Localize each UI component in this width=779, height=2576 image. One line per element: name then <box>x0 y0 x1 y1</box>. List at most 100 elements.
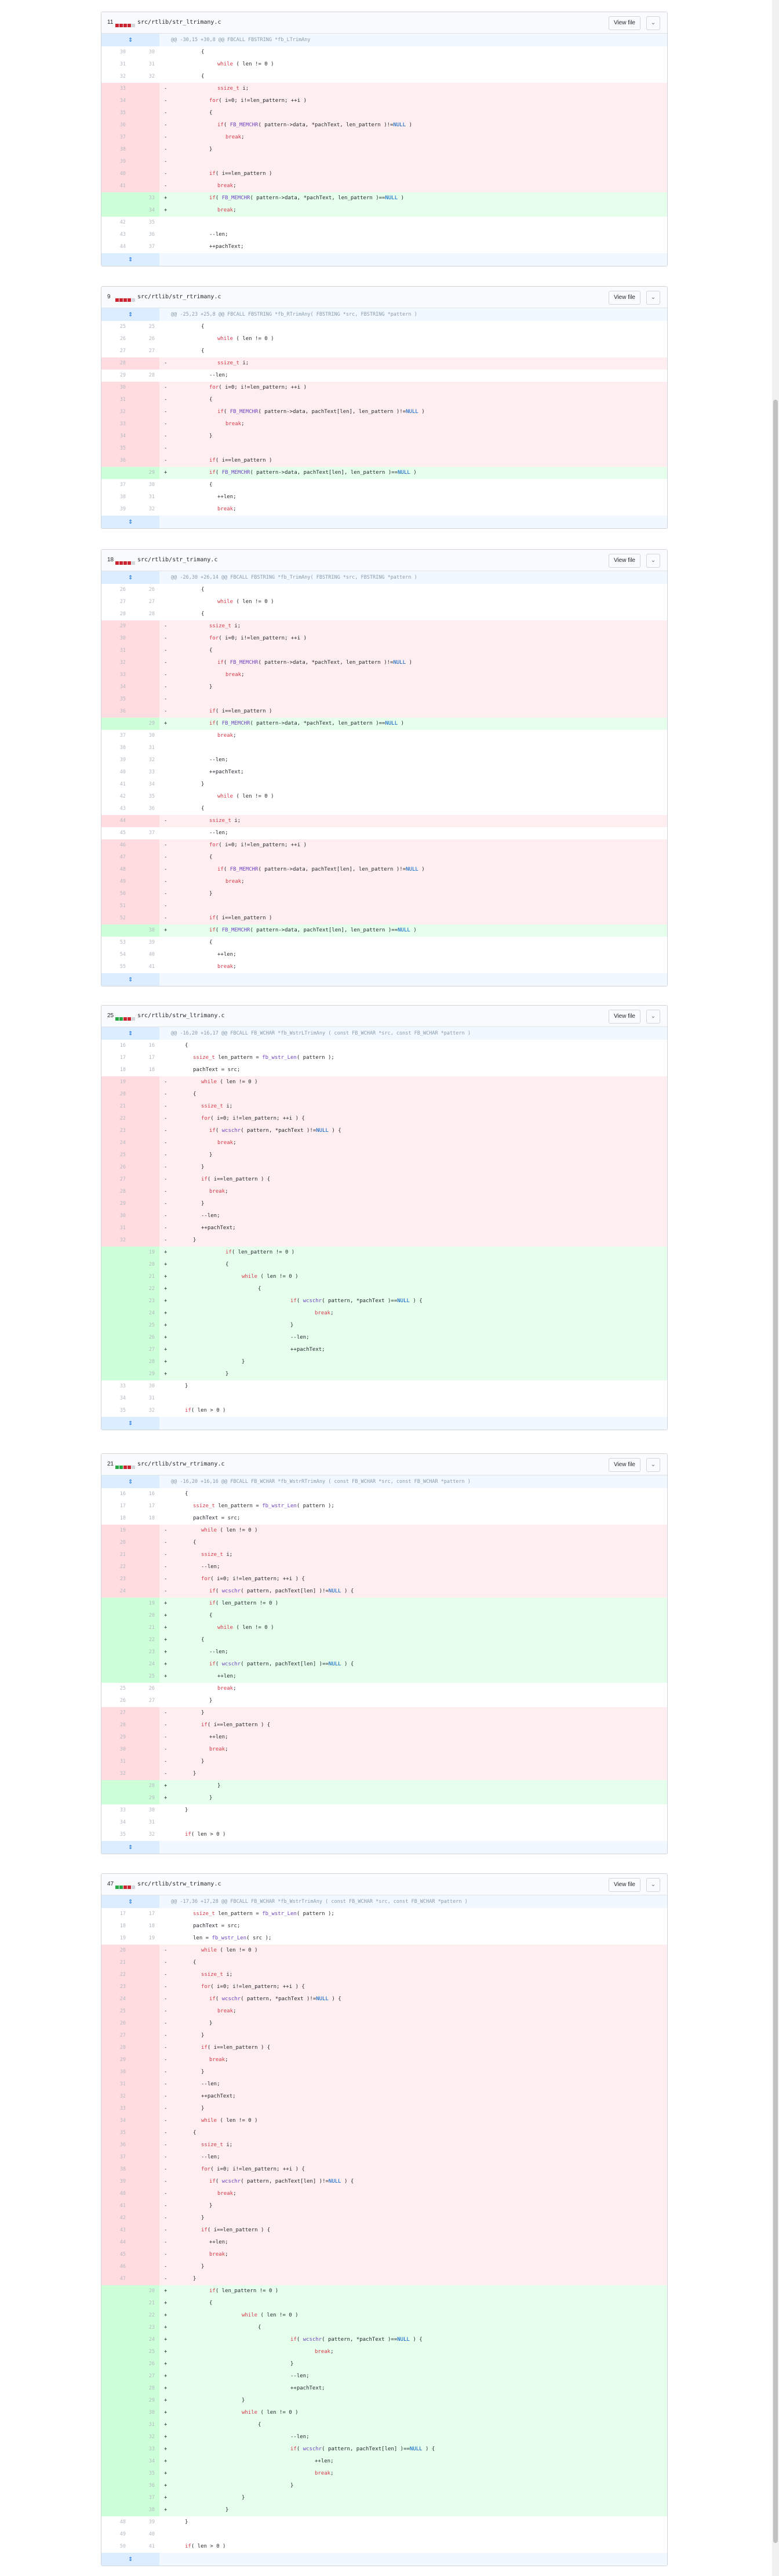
old-line-number[interactable]: 55 <box>101 961 130 973</box>
new-line-number[interactable]: 25 <box>130 321 159 333</box>
new-line-number[interactable] <box>130 2212 159 2224</box>
old-line-number[interactable]: 27 <box>101 1174 130 1186</box>
new-line-number[interactable] <box>130 1525 159 1537</box>
old-line-number[interactable]: 24 <box>101 1993 130 2005</box>
new-line-number[interactable]: 27 <box>130 345 159 357</box>
old-line-number[interactable]: 31 <box>101 1222 130 1234</box>
old-line-number[interactable]: 30 <box>101 1744 130 1756</box>
old-line-number[interactable]: 17 <box>101 1908 130 1920</box>
new-line-number[interactable]: 29 <box>130 1368 159 1380</box>
old-line-number[interactable]: 30 <box>101 2066 130 2078</box>
new-line-number[interactable] <box>130 2005 159 2018</box>
new-line-number[interactable]: 28 <box>130 608 159 620</box>
new-line-number[interactable]: 38 <box>130 925 159 937</box>
new-line-number[interactable] <box>130 1174 159 1186</box>
new-line-number[interactable] <box>130 394 159 406</box>
new-line-number[interactable] <box>130 1088 159 1101</box>
new-line-number[interactable] <box>130 876 159 888</box>
expand-up-icon[interactable]: ⇕ <box>101 1027 159 1040</box>
old-line-number[interactable] <box>101 2419 130 2431</box>
new-line-number[interactable] <box>130 620 159 633</box>
new-line-number[interactable] <box>130 912 159 925</box>
new-line-number[interactable]: 28 <box>130 1780 159 1792</box>
new-line-number[interactable]: 32 <box>130 1405 159 1417</box>
old-line-number[interactable] <box>101 1356 130 1368</box>
new-line-number[interactable]: 27 <box>130 596 159 608</box>
old-line-number[interactable]: 32 <box>101 1234 130 1247</box>
old-line-number[interactable]: 44 <box>101 815 130 827</box>
new-line-number[interactable]: 40 <box>130 949 159 961</box>
old-line-number[interactable]: 31 <box>101 59 130 71</box>
expand-up-icon[interactable]: ⇕ <box>101 308 159 321</box>
new-line-number[interactable]: 19 <box>130 1598 159 1610</box>
old-line-number[interactable] <box>101 2346 130 2358</box>
chevron-down-icon[interactable]: ⌄ <box>646 554 660 568</box>
new-line-number[interactable] <box>130 2261 159 2273</box>
old-line-number[interactable]: 32 <box>101 1768 130 1780</box>
new-line-number[interactable]: 17 <box>130 1500 159 1512</box>
old-line-number[interactable] <box>101 192 130 204</box>
new-line-number[interactable]: 24 <box>130 1658 159 1671</box>
old-line-number[interactable]: 30 <box>101 1210 130 1222</box>
new-line-number[interactable] <box>130 1945 159 1957</box>
old-line-number[interactable]: 22 <box>101 1969 130 1981</box>
new-line-number[interactable] <box>130 1768 159 1780</box>
new-line-number[interactable] <box>130 1756 159 1768</box>
old-line-number[interactable]: 38 <box>101 491 130 503</box>
old-line-number[interactable] <box>101 1598 130 1610</box>
old-line-number[interactable]: 29 <box>101 620 130 633</box>
new-line-number[interactable]: 32 <box>130 754 159 766</box>
old-line-number[interactable]: 42 <box>101 791 130 803</box>
old-line-number[interactable]: 22 <box>101 1113 130 1125</box>
new-line-number[interactable]: 41 <box>130 2541 159 2553</box>
old-line-number[interactable]: 23 <box>101 1573 130 1585</box>
new-line-number[interactable]: 35 <box>130 791 159 803</box>
old-line-number[interactable]: 17 <box>101 1052 130 1064</box>
new-line-number[interactable]: 39 <box>130 937 159 949</box>
old-line-number[interactable] <box>101 2358 130 2370</box>
old-line-number[interactable]: 36 <box>101 706 130 718</box>
old-line-number[interactable] <box>101 718 130 730</box>
new-line-number[interactable]: 20 <box>130 2285 159 2297</box>
old-line-number[interactable]: 26 <box>101 1695 130 1707</box>
new-line-number[interactable]: 19 <box>130 1247 159 1259</box>
new-line-number[interactable]: 29 <box>130 467 159 479</box>
new-line-number[interactable] <box>130 2237 159 2249</box>
old-line-number[interactable] <box>101 1780 130 1792</box>
new-line-number[interactable] <box>130 1076 159 1088</box>
chevron-down-icon[interactable]: ⌄ <box>646 1010 660 1024</box>
old-line-number[interactable]: 21 <box>101 1101 130 1113</box>
old-line-number[interactable] <box>101 2468 130 2480</box>
old-line-number[interactable]: 37 <box>101 730 130 742</box>
old-line-number[interactable]: 34 <box>101 681 130 693</box>
expand-down-icon[interactable]: ⇕ <box>101 1417 159 1430</box>
old-line-number[interactable]: 49 <box>101 2529 130 2541</box>
new-line-number[interactable] <box>130 669 159 681</box>
old-line-number[interactable]: 42 <box>101 217 130 229</box>
new-line-number[interactable]: 29 <box>130 1792 159 1804</box>
old-line-number[interactable] <box>101 1283 130 1295</box>
old-line-number[interactable]: 38 <box>101 2164 130 2176</box>
old-line-number[interactable]: 51 <box>101 900 130 912</box>
old-line-number[interactable] <box>101 2310 130 2322</box>
new-line-number[interactable] <box>130 2273 159 2285</box>
old-line-number[interactable]: 25 <box>101 321 130 333</box>
new-line-number[interactable] <box>130 1744 159 1756</box>
old-line-number[interactable]: 35 <box>101 1405 130 1417</box>
new-line-number[interactable] <box>130 2091 159 2103</box>
new-line-number[interactable]: 16 <box>130 1040 159 1052</box>
new-line-number[interactable]: 17 <box>130 1052 159 1064</box>
old-line-number[interactable]: 26 <box>101 584 130 596</box>
new-line-number[interactable]: 17 <box>130 1908 159 1920</box>
old-line-number[interactable]: 33 <box>101 2103 130 2115</box>
new-line-number[interactable]: 25 <box>130 2346 159 2358</box>
old-line-number[interactable]: 30 <box>101 382 130 394</box>
old-line-number[interactable]: 36 <box>101 2139 130 2151</box>
new-line-number[interactable] <box>130 1537 159 1549</box>
old-line-number[interactable]: 50 <box>101 2541 130 2553</box>
old-line-number[interactable]: 36 <box>101 119 130 131</box>
old-line-number[interactable]: 39 <box>101 2176 130 2188</box>
old-line-number[interactable]: 25 <box>101 1683 130 1695</box>
old-line-number[interactable] <box>101 1646 130 1658</box>
new-line-number[interactable] <box>130 1198 159 1210</box>
